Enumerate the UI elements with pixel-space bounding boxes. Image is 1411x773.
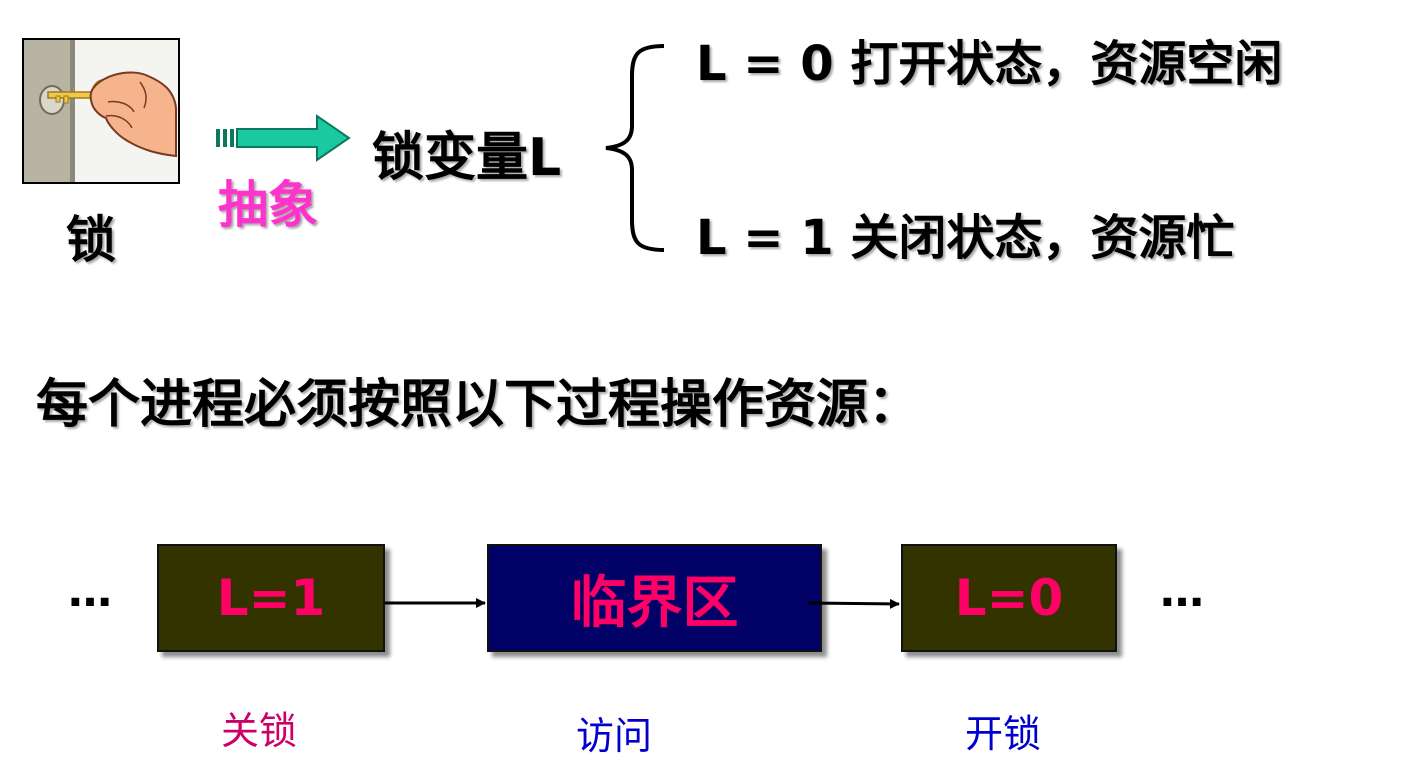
lock-key-picture [22, 38, 180, 184]
abstraction-label: 抽象 [218, 176, 318, 234]
lock-step-text: L=1 [216, 569, 326, 627]
lock-label: 锁 [66, 211, 116, 269]
abstraction-arrow-icon [216, 114, 351, 162]
lock-variable-label: 锁变量L [372, 128, 562, 188]
unlock-step-caption: 开锁 [965, 712, 1042, 756]
unlock-step-box: L=0 [901, 544, 1117, 652]
lock-state-open: L = 0 打开状态，资源空闲 [696, 36, 1283, 92]
critical-section-box: 临界区 [487, 544, 822, 652]
access-step-caption: 访问 [576, 714, 653, 758]
curly-brace [605, 44, 665, 252]
lock-step-box: L=1 [157, 544, 385, 652]
flow-ellipsis-start: … [68, 566, 112, 617]
unlock-step-text: L=0 [954, 569, 1064, 627]
critical-section-text: 临界区 [570, 570, 739, 636]
flow-ellipsis-end: … [1160, 566, 1204, 617]
lock-step-caption: 关锁 [221, 709, 298, 753]
lock-state-closed: L = 1 关闭状态，资源忙 [696, 210, 1235, 266]
instruction-text: 每个进程必须按照以下过程操作资源： [36, 375, 921, 435]
